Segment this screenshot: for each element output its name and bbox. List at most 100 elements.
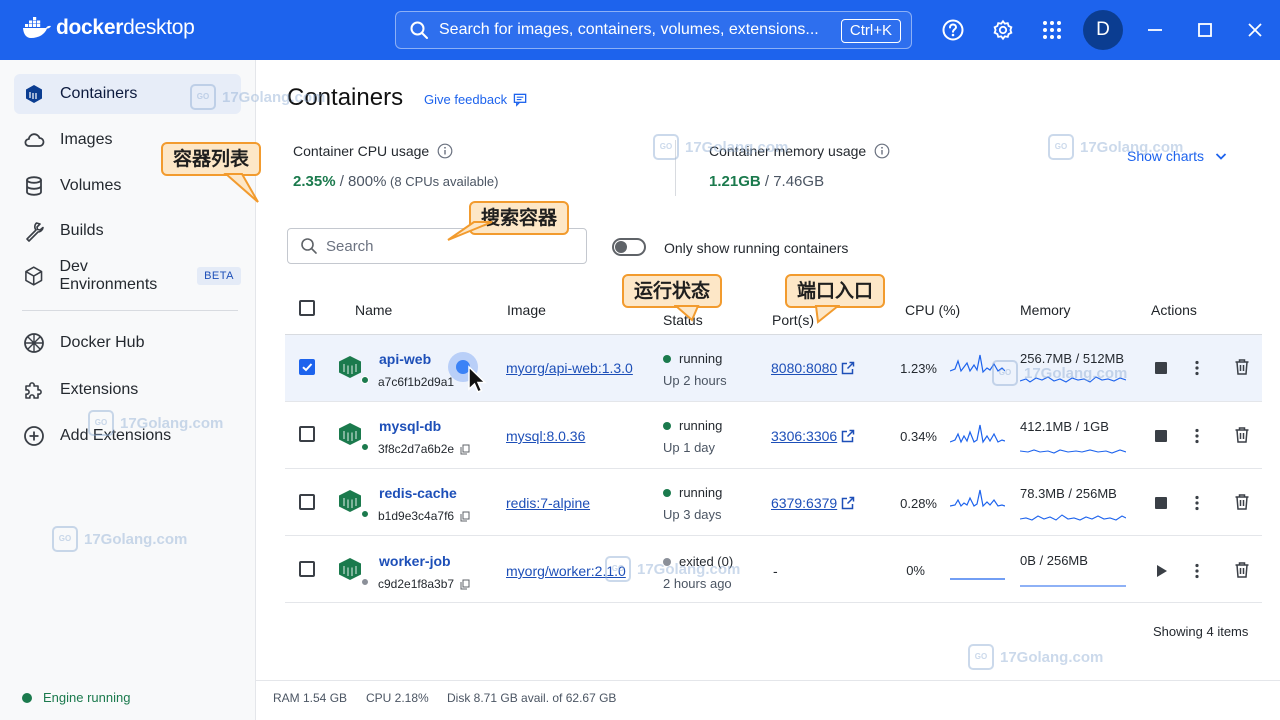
table-row[interactable]: redis-cache b1d9e3c4a7f6 redis:7-alpine … [285, 469, 1262, 536]
stop-icon[interactable] [1152, 494, 1170, 512]
more-options-icon[interactable] [1188, 562, 1206, 580]
container-id: b1d9e3c4a7f6 [378, 509, 470, 523]
sidebar-item-label: Builds [60, 222, 104, 239]
toggle-knob [615, 241, 627, 253]
cube-icon [25, 266, 43, 286]
cpu-sparkline [950, 578, 1005, 580]
column-header-image[interactable]: Image [507, 302, 546, 318]
maximize-icon[interactable] [1195, 20, 1215, 40]
stop-icon[interactable] [1152, 427, 1170, 445]
delete-icon[interactable] [1233, 426, 1251, 444]
memory-usage: 78.3MB / 256MB [1020, 486, 1117, 501]
status-dot [663, 421, 671, 430]
exited-state-dot [361, 578, 369, 586]
column-header-cpu[interactable]: CPU (%) [905, 302, 960, 318]
container-uptime: Up 1 day [663, 440, 716, 455]
port-empty: - [773, 563, 778, 579]
image-link[interactable]: myorg/worker:2.1.0 [506, 563, 626, 579]
play-icon[interactable] [1152, 562, 1170, 580]
image-link[interactable]: redis:7-alpine [506, 495, 590, 511]
delete-icon[interactable] [1233, 561, 1251, 579]
table-row[interactable]: mysql-db 3f8c2d7a6b2e mysql:8.0.36 runni… [285, 402, 1262, 469]
container-icon [339, 490, 361, 512]
delete-icon[interactable] [1233, 493, 1251, 511]
apps-grid-icon[interactable] [1041, 19, 1063, 41]
status-text: exited (0) [679, 554, 734, 569]
running-state-dot [361, 443, 369, 451]
sidebar-item-extensions[interactable]: Extensions [14, 370, 241, 410]
external-link-icon[interactable] [841, 429, 855, 443]
give-feedback-label: Give feedback [424, 92, 508, 107]
copy-icon[interactable] [460, 579, 470, 590]
table-row[interactable]: worker-job c9d2e1f8a3b7 myorg/worker:2.1… [285, 536, 1262, 603]
container-icon [339, 423, 361, 445]
user-avatar[interactable]: D [1083, 10, 1123, 50]
give-feedback-link[interactable]: Give feedback [424, 92, 528, 107]
image-link[interactable]: myorg/api-web:1.3.0 [506, 360, 633, 376]
sidebar-item-builds[interactable]: Builds [14, 211, 241, 251]
column-header-name[interactable]: Name [355, 302, 392, 318]
gear-icon[interactable] [992, 19, 1014, 41]
sidebar-item-label: Containers [60, 85, 138, 102]
column-header-ports[interactable]: Port(s) [772, 312, 814, 328]
image-link[interactable]: mysql:8.0.36 [506, 428, 585, 444]
row-checkbox[interactable] [299, 426, 315, 442]
container-uptime: Up 2 hours [663, 373, 727, 388]
column-header-memory[interactable]: Memory [1020, 302, 1071, 318]
close-icon[interactable] [1245, 20, 1265, 40]
table-row[interactable]: api-web a7c6f1b2d9a1 myorg/api-web:1.3.0… [285, 335, 1262, 402]
port-link[interactable]: 8080:8080 [771, 360, 837, 376]
callout-pointer [674, 305, 700, 322]
copy-icon[interactable] [460, 444, 470, 455]
container-name-link[interactable]: worker-job [379, 553, 451, 569]
help-icon[interactable] [942, 19, 964, 41]
cpu-percent: 0.28% [900, 496, 937, 511]
status-text: running [679, 418, 723, 433]
status-dot [663, 488, 671, 497]
container-name-link[interactable]: mysql-db [379, 418, 441, 434]
minimize-icon[interactable] [1145, 20, 1165, 40]
show-charts-button[interactable]: Show charts [1127, 148, 1228, 164]
external-link-icon[interactable] [841, 496, 855, 510]
delete-icon[interactable] [1233, 358, 1251, 376]
status-text: running [679, 485, 723, 500]
more-options-icon[interactable] [1188, 494, 1206, 512]
sidebar-item-dev-environments[interactable]: Dev Environments BETA [14, 256, 241, 296]
sidebar-item-containers[interactable]: Containers [14, 74, 241, 114]
row-checkbox[interactable] [299, 561, 315, 577]
port-link[interactable]: 6379:6379 [771, 495, 837, 511]
row-checkbox[interactable] [299, 494, 315, 510]
more-options-icon[interactable] [1188, 427, 1206, 445]
sidebar-item-docker-hub[interactable]: Docker Hub [14, 323, 241, 363]
memory-usage-label: Container memory usage [709, 143, 890, 159]
stop-icon[interactable] [1152, 359, 1170, 377]
chevron-down-icon [1215, 153, 1227, 160]
row-checkbox[interactable] [299, 359, 315, 375]
external-link-icon[interactable] [841, 361, 855, 375]
global-search[interactable]: Search for images, containers, volumes, … [395, 11, 912, 49]
cpu-usage-label: Container CPU usage [293, 143, 453, 159]
container-name-link[interactable]: redis-cache [379, 485, 457, 501]
container-name-link[interactable]: api-web [379, 351, 431, 367]
cpu-usage-value: 2.35% / 800% (8 CPUs available) [293, 173, 498, 190]
database-icon [26, 176, 42, 196]
memory-sparkline [1020, 449, 1126, 454]
copy-icon[interactable] [460, 511, 470, 522]
search-icon [301, 238, 317, 254]
memory-usage-total: / 7.46GB [760, 173, 825, 190]
wrench-icon [26, 222, 44, 242]
port-link[interactable]: 3306:3306 [771, 428, 837, 444]
sidebar-item-label: Extensions [60, 381, 139, 398]
running-state-dot [361, 510, 369, 518]
sidebar-item-add-extensions[interactable]: Add Extensions [14, 416, 241, 456]
plus-circle-icon [24, 426, 44, 446]
select-all-checkbox[interactable] [299, 300, 315, 316]
info-icon[interactable] [874, 143, 890, 159]
global-search-placeholder: Search for images, containers, volumes, … [439, 21, 819, 38]
info-icon[interactable] [437, 143, 453, 159]
running-only-toggle[interactable] [612, 238, 646, 256]
status-dot [663, 354, 671, 363]
more-options-icon[interactable] [1188, 359, 1206, 377]
sidebar-item-label: Dev Environments [59, 258, 158, 293]
showing-count: Showing 4 items [1153, 624, 1249, 639]
